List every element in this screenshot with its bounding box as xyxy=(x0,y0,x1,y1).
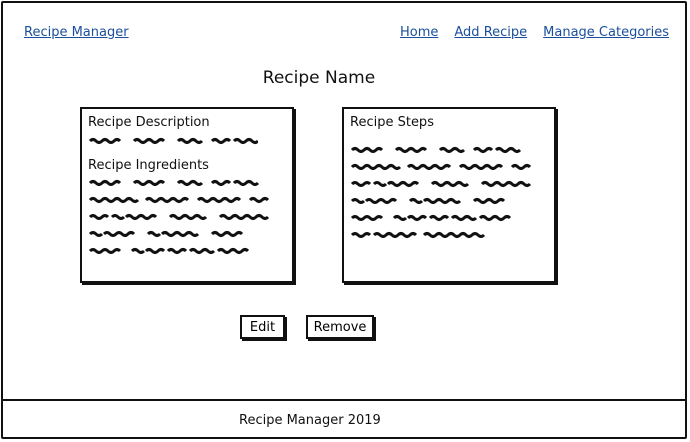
top-nav: Home Add Recipe Manage Categories xyxy=(400,25,669,40)
footer-text: Recipe Manager 2019 xyxy=(239,413,381,428)
page-title: Recipe Name xyxy=(262,68,376,88)
description-placeholder xyxy=(88,138,258,144)
recipe-info-panel: Recipe Description Recipe Ingredients xyxy=(80,107,294,283)
steps-placeholder xyxy=(350,147,532,238)
description-heading: Recipe Description xyxy=(88,115,210,130)
remove-button[interactable]: Remove xyxy=(306,315,374,339)
ingredients-placeholder xyxy=(88,180,270,254)
brand-link[interactable]: Recipe Manager xyxy=(24,25,129,40)
ingredients-heading: Recipe Ingredients xyxy=(88,158,209,173)
nav-manage-categories[interactable]: Manage Categories xyxy=(543,25,669,40)
recipe-steps-panel: Recipe Steps xyxy=(342,107,556,283)
nav-home[interactable]: Home xyxy=(400,25,438,40)
nav-add-recipe[interactable]: Add Recipe xyxy=(454,25,527,40)
footer: Recipe Manager 2019 xyxy=(3,399,685,437)
edit-button[interactable]: Edit xyxy=(240,315,285,339)
steps-heading: Recipe Steps xyxy=(350,115,434,130)
